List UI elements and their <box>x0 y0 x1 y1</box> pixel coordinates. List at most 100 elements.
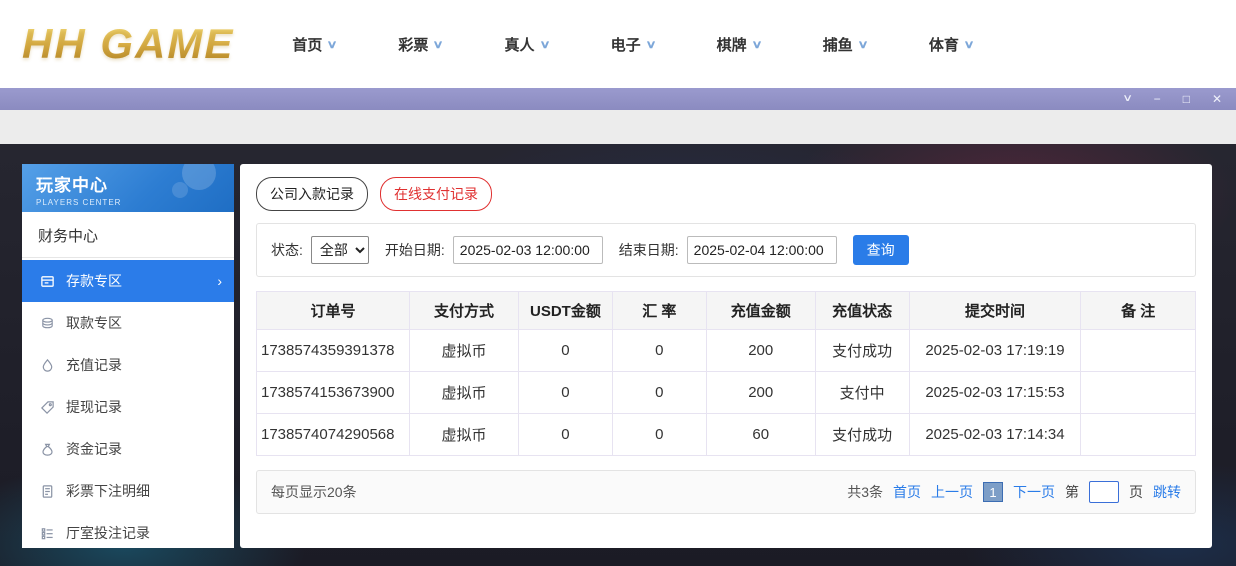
sidebar-item-withdraw-zone[interactable]: 取款专区 <box>22 302 234 344</box>
sidebar-item-deposit-zone[interactable]: 存款专区 › <box>22 260 234 302</box>
tab-company-deposit-records[interactable]: 公司入款记录 <box>256 177 368 211</box>
table-row: 1738574074290568 虚拟币 0 0 60 支付成功 2025-02… <box>257 414 1196 456</box>
next-page-link[interactable]: 下一页 <box>1013 482 1055 502</box>
start-date-label: 开始日期: <box>385 240 445 260</box>
cell-remark <box>1081 372 1196 414</box>
page-jump-input[interactable] <box>1089 481 1119 503</box>
cell-order-no: 1738574074290568 <box>257 414 410 456</box>
withdrawal-record-icon <box>40 400 55 415</box>
chevron-down-icon: ∨ <box>963 38 974 51</box>
cell-pay-method: 虚拟币 <box>410 330 519 372</box>
sidebar-item-label: 彩票下注明细 <box>66 481 150 501</box>
sidebar-menu: 存款专区 › 取款专区 充值记录 提现记录 <box>22 258 234 554</box>
page-suffix-label: 页 <box>1129 482 1143 502</box>
chevron-down-icon: ∨ <box>857 38 868 51</box>
col-header-usdt-amount: USDT金额 <box>518 292 612 330</box>
col-header-order-no: 订单号 <box>257 292 410 330</box>
cell-recharge-status: 支付成功 <box>815 414 909 456</box>
cell-submit-time: 2025-02-03 17:14:34 <box>909 414 1081 456</box>
filter-bar: 状态: 全部 开始日期: 结束日期: 查询 <box>256 223 1196 277</box>
cell-recharge-amount: 200 <box>706 330 815 372</box>
col-header-rate: 汇 率 <box>612 292 706 330</box>
nav-item-lottery[interactable]: 彩票 ∨ <box>398 34 442 55</box>
col-header-submit-time: 提交时间 <box>909 292 1081 330</box>
sidebar-item-funds-records[interactable]: 资金记录 <box>22 428 234 470</box>
close-icon[interactable]: ✕ <box>1212 93 1222 105</box>
status-select[interactable]: 全部 <box>311 236 369 264</box>
col-header-recharge-status: 充值状态 <box>815 292 909 330</box>
cell-rate: 0 <box>612 330 706 372</box>
sidebar-item-label: 充值记录 <box>66 355 122 375</box>
record-tabs: 公司入款记录 在线支付记录 <box>256 177 1196 211</box>
cell-pay-method: 虚拟币 <box>410 414 519 456</box>
cell-recharge-status: 支付成功 <box>815 330 909 372</box>
cell-rate: 0 <box>612 414 706 456</box>
cell-rate: 0 <box>612 372 706 414</box>
chevron-down-icon: ∨ <box>327 38 338 51</box>
cell-recharge-status: 支付中 <box>815 372 909 414</box>
logo[interactable]: HH GAME <box>22 20 274 68</box>
sidebar-section-title: 财务中心 <box>22 212 234 258</box>
pagination: 共3条 首页 上一页 1 下一页 第 页 跳转 <box>847 481 1181 503</box>
table-row: 1738574153673900 虚拟币 0 0 200 支付中 2025-02… <box>257 372 1196 414</box>
top-header: HH GAME 首页 ∨ 彩票 ∨ 真人 ∨ 电子 ∨ 棋牌 ∨ 捕鱼 ∨ 体育… <box>0 0 1236 88</box>
sidebar-item-label: 存款专区 <box>66 271 122 291</box>
nav-item-home[interactable]: 首页 ∨ <box>292 34 336 55</box>
sidebar-item-lottery-bet-details[interactable]: 彩票下注明细 <box>22 470 234 512</box>
records-table: 订单号 支付方式 USDT金额 汇 率 充值金额 充值状态 提交时间 备 注 1… <box>256 291 1196 456</box>
page-prefix-label: 第 <box>1065 482 1079 502</box>
chevron-right-icon: › <box>217 273 222 289</box>
cell-usdt-amount: 0 <box>518 414 612 456</box>
nav-label: 彩票 <box>398 34 428 55</box>
sidebar-item-label: 厅室投注记录 <box>66 523 150 543</box>
sidebar-item-hall-bet-records[interactable]: 厅室投注记录 <box>22 512 234 554</box>
sidebar-item-withdrawal-records[interactable]: 提现记录 <box>22 386 234 428</box>
funds-icon <box>40 442 55 457</box>
withdraw-icon <box>40 316 55 331</box>
sidebar-item-label: 提现记录 <box>66 397 122 417</box>
prev-page-link[interactable]: 上一页 <box>931 482 973 502</box>
nav-item-slots[interactable]: 电子 ∨ <box>611 34 655 55</box>
col-header-recharge-amount: 充值金额 <box>706 292 815 330</box>
nav-label: 电子 <box>611 34 641 55</box>
nav-label: 首页 <box>292 34 322 55</box>
list-icon <box>40 526 55 541</box>
nav-item-chess[interactable]: 棋牌 ∨ <box>717 34 761 55</box>
main-nav: 首页 ∨ 彩票 ∨ 真人 ∨ 电子 ∨ 棋牌 ∨ 捕鱼 ∨ 体育 ∨ <box>292 34 973 55</box>
maximize-icon[interactable]: □ <box>1183 93 1190 105</box>
nav-item-sports[interactable]: 体育 ∨ <box>929 34 973 55</box>
nav-item-fishing[interactable]: 捕鱼 ∨ <box>823 34 867 55</box>
sidebar-item-recharge-records[interactable]: 充值记录 <box>22 344 234 386</box>
table-row: 1738574359391378 虚拟币 0 0 200 支付成功 2025-0… <box>257 330 1196 372</box>
minimize-icon[interactable]: − <box>1154 93 1161 105</box>
cell-submit-time: 2025-02-03 17:15:53 <box>909 372 1081 414</box>
query-button[interactable]: 查询 <box>853 235 909 265</box>
sidebar-title: 玩家中心 <box>36 171 234 196</box>
document-icon <box>40 484 55 499</box>
nav-item-live[interactable]: 真人 ∨ <box>505 34 549 55</box>
per-page-text: 每页显示20条 <box>271 482 357 502</box>
nav-label: 真人 <box>505 34 535 55</box>
gray-strip <box>0 110 1236 144</box>
sidebar: 玩家中心 PLAYERS CENTER 财务中心 存款专区 › 取款专区 <box>22 164 234 548</box>
sidebar-header: 玩家中心 PLAYERS CENTER <box>22 164 234 212</box>
cell-order-no: 1738574153673900 <box>257 372 410 414</box>
end-date-input[interactable] <box>687 236 837 264</box>
jump-link[interactable]: 跳转 <box>1153 482 1181 502</box>
col-header-pay-method: 支付方式 <box>410 292 519 330</box>
chevron-down-icon: ∨ <box>539 38 550 51</box>
chevron-down-icon[interactable]: ∨ <box>1123 94 1134 104</box>
content-panel: 公司入款记录 在线支付记录 状态: 全部 开始日期: 结束日期: 查询 订单号 … <box>240 164 1212 548</box>
cell-remark <box>1081 330 1196 372</box>
current-page-indicator: 1 <box>983 482 1003 502</box>
chevron-down-icon: ∨ <box>433 38 444 51</box>
start-date-input[interactable] <box>453 236 603 264</box>
recharge-icon <box>40 358 55 373</box>
cell-pay-method: 虚拟币 <box>410 372 519 414</box>
nav-label: 体育 <box>929 34 959 55</box>
end-date-label: 结束日期: <box>619 240 679 260</box>
col-header-remark: 备 注 <box>1081 292 1196 330</box>
tab-online-payment-records[interactable]: 在线支付记录 <box>380 177 492 211</box>
first-page-link[interactable]: 首页 <box>893 482 921 502</box>
cell-usdt-amount: 0 <box>518 330 612 372</box>
